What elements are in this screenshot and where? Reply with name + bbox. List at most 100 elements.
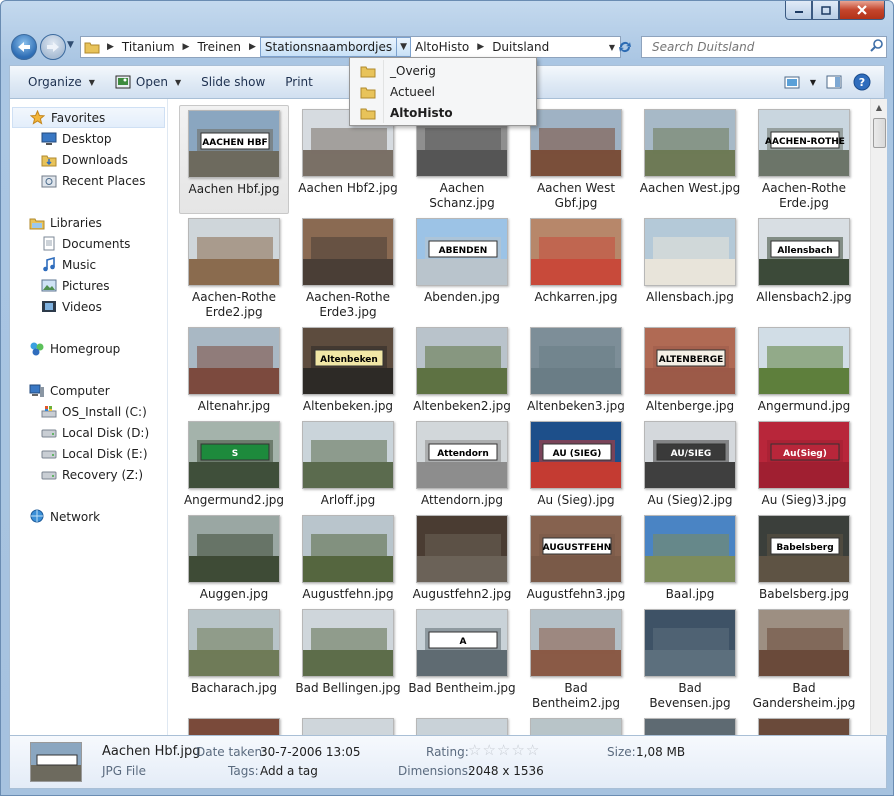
star-icon[interactable]: ☆ bbox=[497, 741, 511, 759]
file-tile[interactable]: Augustfehn.jpg bbox=[293, 511, 403, 605]
file-tile[interactable]: AACHEN HBF Aachen Hbf.jpg bbox=[179, 105, 289, 214]
rating-stars[interactable]: ☆☆☆☆☆ bbox=[468, 741, 540, 759]
breadcrumb-chevron-open[interactable]: ▼ bbox=[397, 37, 412, 57]
nav-downloads[interactable]: Downloads bbox=[10, 149, 167, 170]
file-tile[interactable]: Aachen-Rothe Erde2.jpg bbox=[179, 214, 289, 323]
file-tile[interactable]: Attendorn Attendorn.jpg bbox=[407, 417, 517, 511]
nav-drive-z[interactable]: Recovery (Z:) bbox=[10, 464, 167, 485]
file-tile[interactable]: S Angermund2.jpg bbox=[179, 417, 289, 511]
nav-pictures[interactable]: Pictures bbox=[10, 275, 167, 296]
file-tile[interactable]: Bad Bentheim2.jpg bbox=[521, 605, 631, 714]
file-tile[interactable]: Aachen West.jpg bbox=[635, 105, 745, 214]
address-bar[interactable]: ▶ Titanium ▶ Treinen ▶ Stationsnaambordj… bbox=[80, 36, 621, 58]
file-tile-partial[interactable] bbox=[749, 714, 859, 735]
organize-button[interactable]: Organize ▼ bbox=[18, 68, 105, 96]
print-button[interactable]: Print bbox=[275, 68, 323, 96]
minimize-button[interactable] bbox=[785, 1, 812, 20]
nav-homegroup[interactable]: Homegroup bbox=[10, 338, 167, 359]
file-tile[interactable]: ABENDEN Abenden.jpg bbox=[407, 214, 517, 323]
file-tile[interactable]: Altenbeken Altenbeken.jpg bbox=[293, 323, 403, 417]
file-tile[interactable]: Aachen-Rothe Erde3.jpg bbox=[293, 214, 403, 323]
nav-music[interactable]: Music bbox=[10, 254, 167, 275]
file-tile[interactable]: Babelsberg Babelsberg.jpg bbox=[749, 511, 859, 605]
file-tile[interactable]: AU/SIEG Au (Sieg)2.jpg bbox=[635, 417, 745, 511]
forward-button[interactable] bbox=[40, 34, 66, 60]
star-icon[interactable]: ☆ bbox=[526, 741, 540, 759]
menu-item-actueel[interactable]: Actueel bbox=[352, 81, 534, 102]
nav-documents[interactable]: Documents bbox=[10, 233, 167, 254]
file-tile[interactable]: Altenbeken3.jpg bbox=[521, 323, 631, 417]
file-tile[interactable]: A Bad Bentheim.jpg bbox=[407, 605, 517, 714]
file-tile[interactable]: Allensbach.jpg bbox=[635, 214, 745, 323]
nav-drive-d[interactable]: Local Disk (D:) bbox=[10, 422, 167, 443]
file-tile[interactable]: Achkarren.jpg bbox=[521, 214, 631, 323]
tags-value[interactable]: Add a tag bbox=[260, 764, 318, 778]
star-icon[interactable]: ☆ bbox=[511, 741, 525, 759]
file-tile[interactable]: Aachen West Gbf.jpg bbox=[521, 105, 631, 214]
file-tile-partial[interactable] bbox=[407, 714, 517, 735]
preview-pane-button[interactable] bbox=[820, 69, 848, 95]
search-icon[interactable] bbox=[866, 38, 886, 56]
slideshow-button[interactable]: Slide show bbox=[191, 68, 275, 96]
breadcrumb-root-chevron[interactable]: ▶ bbox=[103, 37, 118, 57]
file-tile[interactable]: AU (SIEG) Au (Sieg).jpg bbox=[521, 417, 631, 511]
nav-drive-e[interactable]: Local Disk (E:) bbox=[10, 443, 167, 464]
file-tile[interactable]: Au(Sieg) Au (Sieg)3.jpg bbox=[749, 417, 859, 511]
open-button[interactable]: Open ▼ bbox=[105, 68, 191, 96]
nav-libraries[interactable]: Libraries bbox=[10, 212, 167, 233]
breadcrumb-duitsland[interactable]: Duitsland bbox=[488, 37, 553, 57]
maximize-button[interactable] bbox=[812, 1, 839, 20]
nav-drive-c[interactable]: OS_Install (C:) bbox=[10, 401, 167, 422]
close-button[interactable] bbox=[839, 1, 885, 20]
nav-computer[interactable]: Computer bbox=[10, 380, 167, 401]
file-tile[interactable]: Altenahr.jpg bbox=[179, 323, 289, 417]
breadcrumb-altohisto[interactable]: AltoHisto bbox=[411, 37, 473, 57]
file-tile[interactable]: Bad Bellingen.jpg bbox=[293, 605, 403, 714]
nav-network[interactable]: Network bbox=[10, 506, 167, 527]
file-tile-partial[interactable] bbox=[635, 714, 745, 735]
breadcrumb-treinen[interactable]: Treinen bbox=[193, 37, 245, 57]
file-tile[interactable]: Arloff.jpg bbox=[293, 417, 403, 511]
menu-item-altohisto[interactable]: AltoHisto bbox=[352, 102, 534, 123]
scrollbar-thumb[interactable] bbox=[873, 118, 886, 148]
breadcrumb-chevron[interactable]: ▶ bbox=[473, 37, 488, 57]
file-tile[interactable]: Bad Gandersheim.jpg bbox=[749, 605, 859, 714]
scroll-up-icon[interactable]: ▲ bbox=[871, 99, 887, 116]
file-tile[interactable]: ALTENBERGE Altenberge.jpg bbox=[635, 323, 745, 417]
nav-favorites[interactable]: Favorites bbox=[12, 107, 165, 128]
nav-videos[interactable]: Videos bbox=[10, 296, 167, 317]
search-input[interactable] bbox=[642, 40, 866, 54]
breadcrumb-stationsnaambordjes[interactable]: Stationsnaambordjes bbox=[259, 37, 398, 57]
file-tile[interactable]: AUGUSTFEHN Augustfehn3.jpg bbox=[521, 511, 631, 605]
breadcrumb-chevron[interactable]: ▶ bbox=[179, 37, 194, 57]
nav-recent-places[interactable]: Recent Places bbox=[10, 170, 167, 191]
view-options-dropdown[interactable]: ▼ bbox=[806, 69, 820, 95]
file-tile[interactable]: Angermund.jpg bbox=[749, 323, 859, 417]
nav-desktop[interactable]: Desktop bbox=[10, 128, 167, 149]
file-tile-partial[interactable] bbox=[293, 714, 403, 735]
file-tile[interactable]: Allensbach Allensbach2.jpg bbox=[749, 214, 859, 323]
file-tile[interactable]: Bad Bevensen.jpg bbox=[635, 605, 745, 714]
file-tile[interactable]: Baal.jpg bbox=[635, 511, 745, 605]
star-icon[interactable]: ☆ bbox=[482, 741, 496, 759]
file-tile-partial[interactable] bbox=[521, 714, 631, 735]
file-name-label: Auggen.jpg bbox=[199, 587, 269, 601]
menu-item-overig[interactable]: _Overig bbox=[352, 60, 534, 81]
file-tile[interactable]: AACHEN-ROTHE Aachen-Rothe Erde.jpg bbox=[749, 105, 859, 214]
date-taken-value[interactable]: 30-7-2006 13:05 bbox=[260, 745, 361, 759]
file-tile[interactable]: Bacharach.jpg bbox=[179, 605, 289, 714]
file-tile-partial[interactable] bbox=[179, 714, 289, 735]
file-tile[interactable]: Augustfehn2.jpg bbox=[407, 511, 517, 605]
back-button[interactable] bbox=[11, 34, 37, 60]
refresh-button[interactable] bbox=[613, 36, 637, 58]
file-tile[interactable]: Auggen.jpg bbox=[179, 511, 289, 605]
search-box[interactable] bbox=[641, 36, 887, 58]
breadcrumb-chevron[interactable]: ▶ bbox=[245, 37, 260, 57]
change-view-button[interactable] bbox=[778, 69, 806, 95]
vertical-scrollbar[interactable]: ▲ bbox=[870, 99, 887, 735]
recent-pages-dropdown[interactable]: ▼ bbox=[67, 40, 74, 50]
star-icon[interactable]: ☆ bbox=[468, 741, 482, 759]
breadcrumb-titanium[interactable]: Titanium bbox=[118, 37, 179, 57]
file-tile[interactable]: Altenbeken2.jpg bbox=[407, 323, 517, 417]
help-button[interactable]: ? bbox=[848, 69, 876, 95]
